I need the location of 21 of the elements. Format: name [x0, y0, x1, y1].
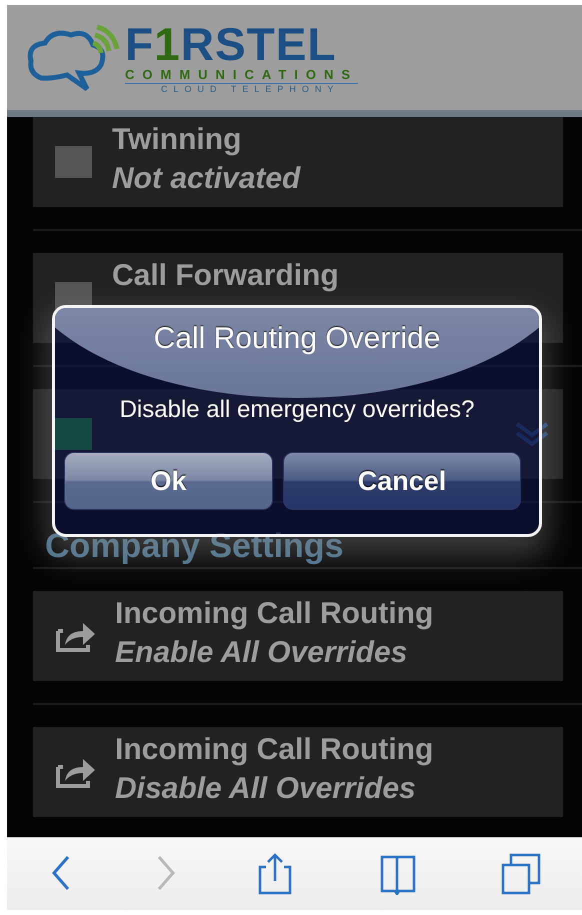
brand-tagline: COMMUNICATIONS: [125, 67, 358, 84]
dialog-message: Disable all emergency overrides?: [118, 396, 476, 424]
section-heading: Company Settings: [44, 526, 344, 567]
chevron-down-icon[interactable]: [515, 421, 549, 447]
setting-title: Twinning: [112, 122, 242, 158]
brand-name: F1RSTEL: [125, 21, 337, 68]
tabs-button[interactable]: [501, 853, 542, 895]
action-subtitle: Enable All Overrides: [115, 635, 408, 671]
checkbox[interactable]: [55, 146, 92, 178]
setting-card[interactable]: Twinning Not activated: [33, 117, 563, 207]
ok-button[interactable]: Ok: [64, 452, 274, 510]
action-card[interactable]: Incoming Call Routing Enable All Overrides: [33, 591, 563, 681]
setting-title: Call Forwarding: [112, 258, 340, 294]
setting-status: Not activated: [112, 161, 302, 197]
cancel-button[interactable]: Cancel: [283, 452, 521, 510]
action-title: Incoming Call Routing: [115, 596, 434, 632]
action-title: Incoming Call Routing: [115, 732, 434, 768]
action-card[interactable]: Incoming Call Routing Disable All Overrides: [33, 727, 563, 817]
brand-subline: CLOUD TELEPHONY: [160, 84, 340, 94]
action-subtitle: Disable All Overrides: [115, 771, 417, 807]
checkbox[interactable]: [55, 418, 92, 450]
